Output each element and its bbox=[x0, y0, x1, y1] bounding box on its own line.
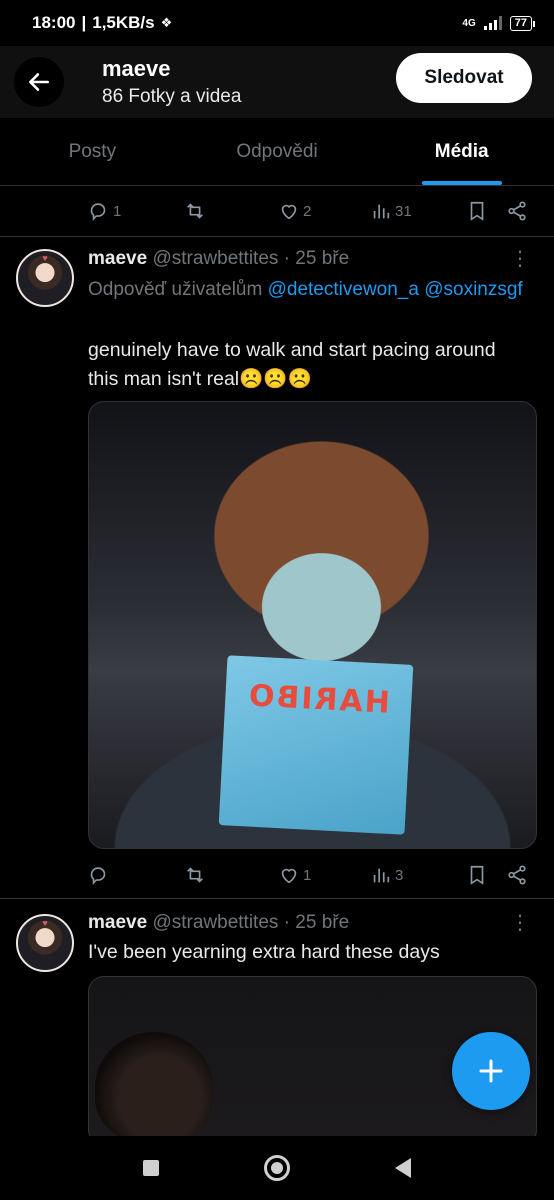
tweet-author-handle: @strawbettites bbox=[152, 248, 279, 269]
follow-button[interactable]: Sledovat bbox=[396, 53, 532, 103]
reply-button[interactable] bbox=[88, 864, 110, 886]
bookmark-icon bbox=[470, 201, 484, 221]
tweet-author-name[interactable]: maeve bbox=[88, 912, 147, 933]
candy-packet: HARIBO bbox=[218, 655, 414, 835]
packet-brand: HARIBO bbox=[246, 678, 391, 721]
status-separator: | bbox=[81, 13, 87, 32]
tweet-author-handle: @strawbettites bbox=[152, 912, 279, 933]
views-count: 3 bbox=[395, 866, 404, 884]
reply-count: 1 bbox=[113, 202, 122, 220]
like-count: 2 bbox=[303, 202, 312, 220]
profile-header: maeve 86 Fotky a videa Sledovat bbox=[0, 46, 554, 118]
bookmark-button[interactable] bbox=[466, 200, 488, 222]
mention-link[interactable]: @detectivewon_a bbox=[268, 279, 419, 300]
profile-tabs: Posty Odpovědi Média bbox=[0, 118, 554, 186]
system-nav-bar bbox=[0, 1136, 554, 1200]
mention-link[interactable]: @soxinzsgf bbox=[424, 279, 523, 300]
retweet-icon bbox=[187, 867, 203, 883]
tweet-text: genuinely have to walk and start pacing … bbox=[88, 339, 496, 390]
home-button[interactable] bbox=[263, 1155, 290, 1181]
like-count: 1 bbox=[303, 866, 312, 884]
bar-chart-icon bbox=[373, 868, 390, 883]
compose-button[interactable] bbox=[452, 1032, 530, 1110]
network-type: 4G bbox=[462, 17, 476, 29]
plus-icon bbox=[479, 1059, 503, 1083]
tweet-time: · 25 bře bbox=[283, 912, 350, 933]
avatar[interactable]: ♥ ♥ ♥ bbox=[16, 249, 74, 307]
heart-icon bbox=[281, 204, 297, 220]
comment-icon bbox=[90, 867, 106, 885]
share-button[interactable] bbox=[506, 864, 528, 886]
tweet-author-name[interactable]: maeve bbox=[88, 248, 147, 269]
tweet-time: · 25 bře bbox=[283, 248, 350, 269]
status-bar: 18:00 | 1,5KB/s ❖ 4G 77 bbox=[0, 0, 554, 46]
retweet-button[interactable] bbox=[184, 864, 206, 886]
views-button[interactable]: 3 bbox=[370, 864, 403, 886]
share-button[interactable] bbox=[506, 200, 528, 222]
recents-button[interactable] bbox=[142, 1160, 159, 1176]
like-button[interactable]: 2 bbox=[278, 200, 311, 222]
back-nav-button[interactable] bbox=[395, 1158, 412, 1178]
signal-icon bbox=[483, 16, 502, 30]
arrow-left-icon bbox=[29, 73, 49, 91]
tweet[interactable]: ♥ ♥ ♥ maeve @strawbettites · 25 bře ⋮ Odpo… bbox=[0, 237, 554, 897]
bar-chart-icon bbox=[373, 204, 390, 219]
more-options-icon[interactable]: ⋮ bbox=[510, 249, 530, 269]
bookmark-icon bbox=[470, 865, 484, 885]
views-count: 31 bbox=[395, 202, 412, 220]
tab-media[interactable]: Média bbox=[369, 118, 554, 185]
heart-icon bbox=[281, 868, 297, 884]
dropbox-icon: ❖ bbox=[160, 15, 173, 30]
photo-figure bbox=[95, 1032, 213, 1142]
tab-replies[interactable]: Odpovědi bbox=[185, 118, 370, 185]
profile-name: maeve bbox=[102, 56, 171, 81]
tab-posts[interactable]: Posty bbox=[0, 118, 185, 185]
battery-icon: 77 bbox=[509, 15, 536, 31]
retweet-icon bbox=[187, 203, 203, 219]
reply-prefix: Odpověď uživatelům bbox=[88, 279, 263, 300]
share-icon bbox=[508, 201, 526, 221]
back-button[interactable] bbox=[14, 57, 64, 107]
retweet-button[interactable] bbox=[184, 200, 206, 222]
more-options-icon[interactable]: ⋮ bbox=[510, 913, 530, 933]
tweet-header: maeve @strawbettites · 25 bře bbox=[88, 912, 349, 934]
prev-tweet-actions: 1 2 31 bbox=[0, 186, 554, 236]
tweet-image[interactable]: HARIBO bbox=[88, 401, 537, 849]
avatar[interactable]: ♥ ♥ ♥ bbox=[16, 914, 74, 972]
tweet-header: maeve @strawbettites · 25 bře bbox=[88, 248, 349, 270]
comment-icon bbox=[90, 203, 106, 221]
views-button[interactable]: 31 bbox=[370, 200, 412, 222]
status-time: 18:00 bbox=[32, 13, 76, 32]
reply-button[interactable]: 1 bbox=[88, 200, 121, 222]
like-button[interactable]: 1 bbox=[278, 864, 311, 886]
media-count: 86 Fotky a videa bbox=[102, 86, 242, 107]
bookmark-button[interactable] bbox=[466, 864, 488, 886]
status-net-speed: 1,5KB/s bbox=[92, 13, 155, 32]
tweet-actions: 1 3 bbox=[0, 850, 554, 900]
share-icon bbox=[508, 865, 526, 885]
tweet-text: I've been yearning extra hard these days bbox=[88, 941, 440, 963]
reply-context: Odpověď uživatelům @detectivewon_a @soxi… bbox=[88, 276, 528, 304]
